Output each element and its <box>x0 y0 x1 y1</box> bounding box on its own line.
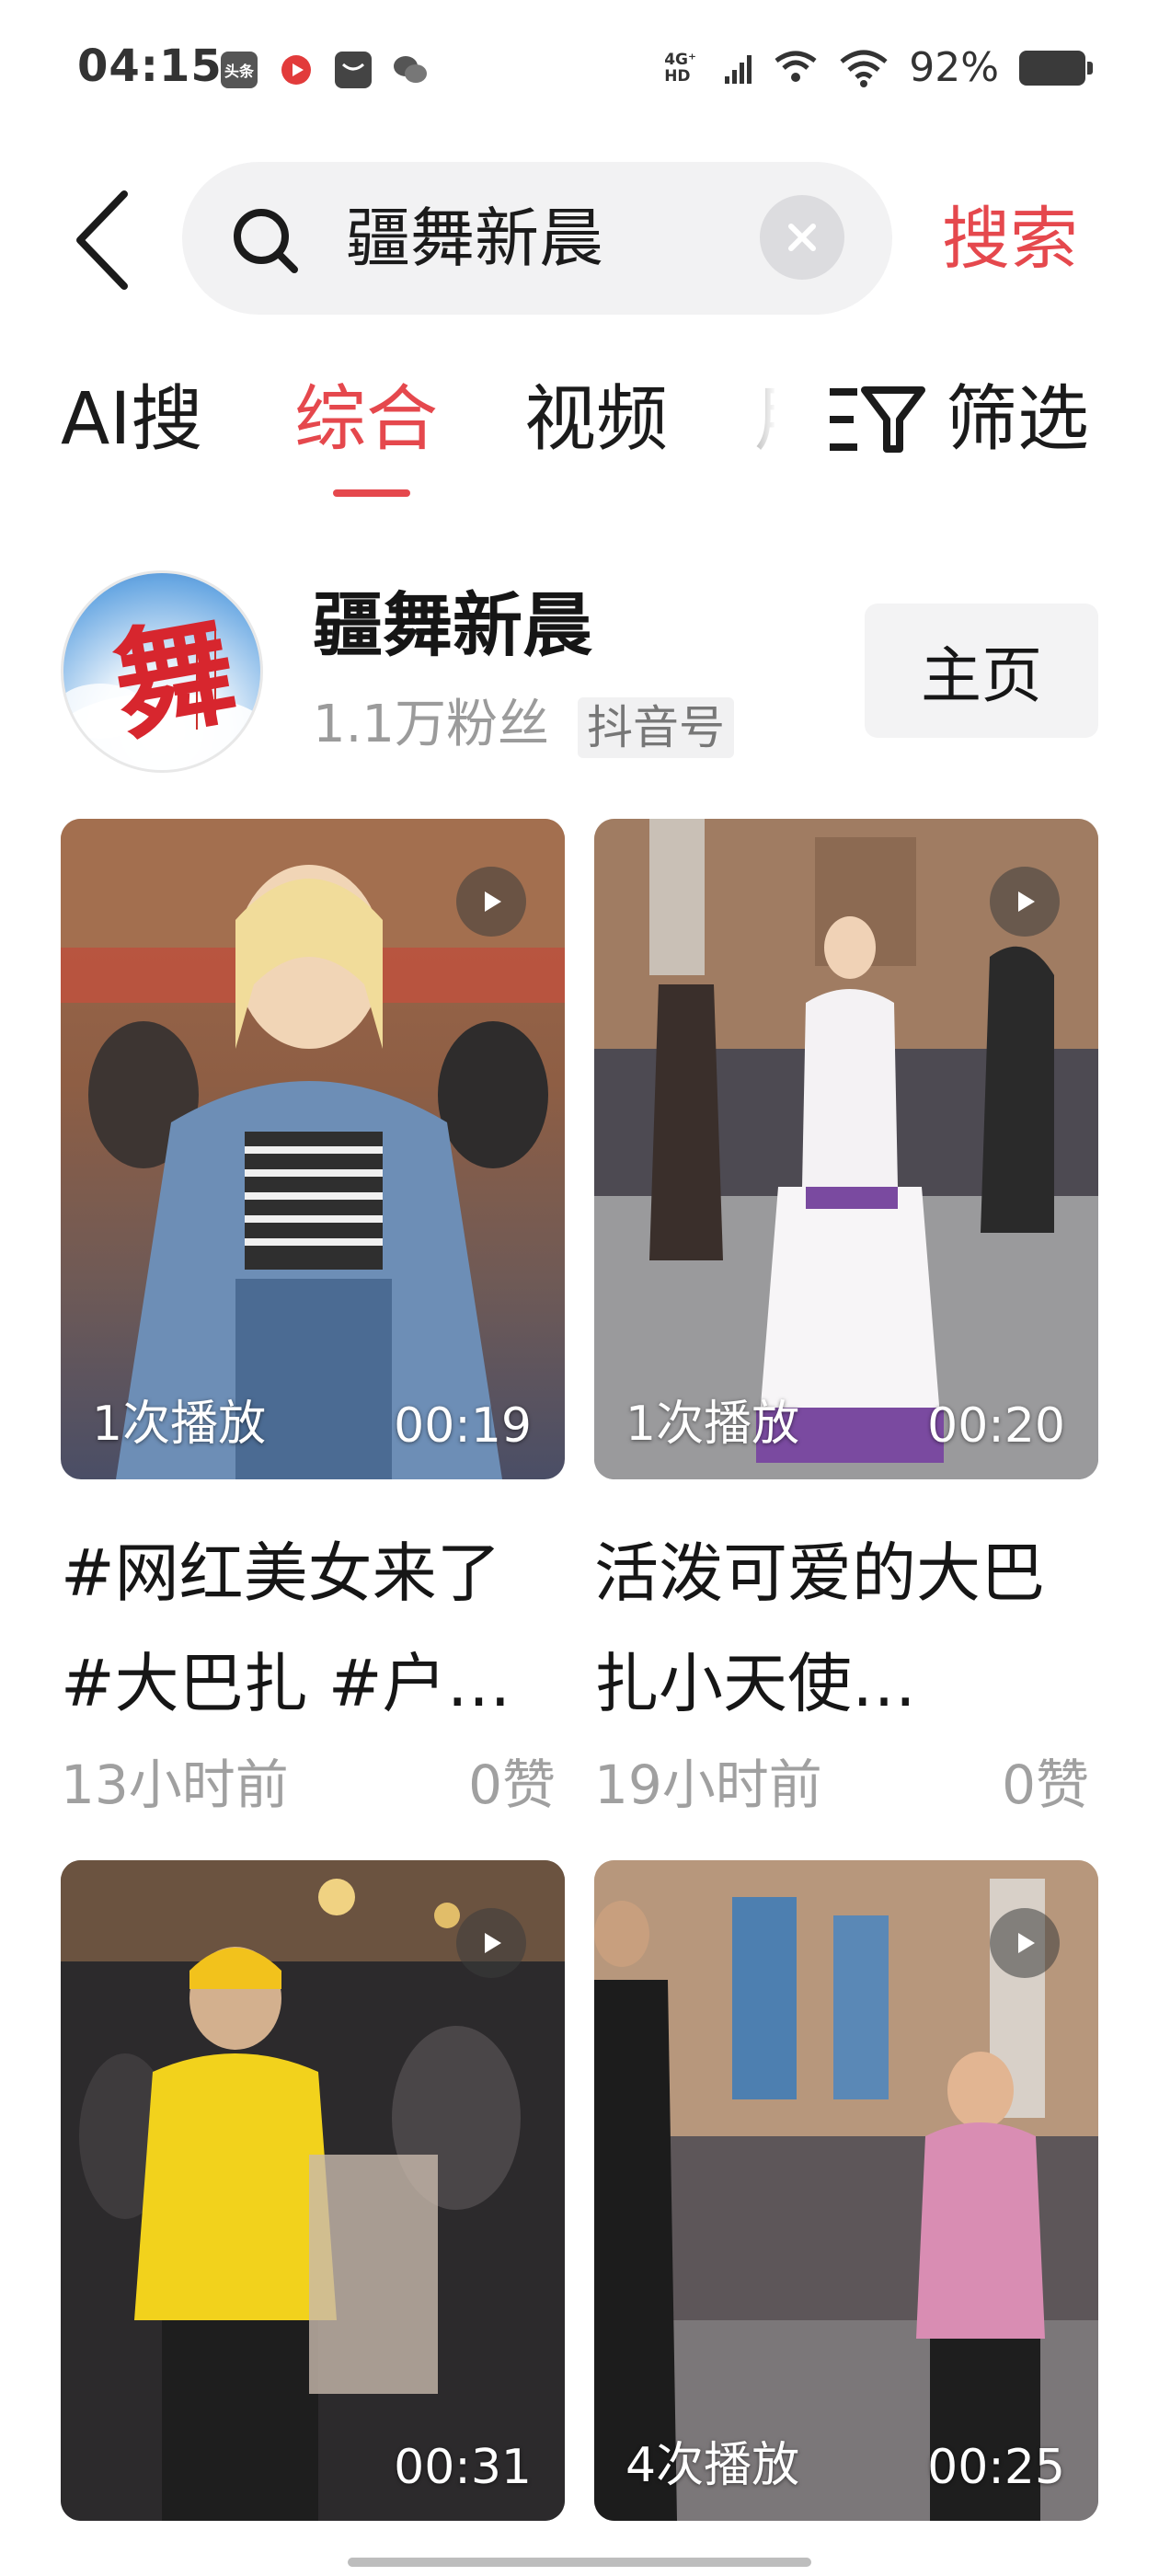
like-count: 0赞 <box>468 1754 556 1816</box>
signal-icon <box>725 54 752 84</box>
account-card[interactable]: 舞 疆舞新晨 1.1万粉丝 抖音号 主页 <box>0 552 1159 791</box>
back-button[interactable] <box>64 180 138 300</box>
wechat-icon <box>392 52 429 88</box>
chevron-left-icon <box>76 190 128 290</box>
search-icon <box>234 209 298 273</box>
video-duration: 00:25 <box>927 2440 1065 2495</box>
filter-icon <box>830 386 925 453</box>
play-count: 1次播放 <box>92 1397 267 1452</box>
wifi-icon <box>840 50 888 87</box>
video-thumbnail[interactable]: 00:31 <box>61 1860 565 2521</box>
record-icon <box>278 52 315 88</box>
video-duration: 00:20 <box>927 1398 1065 1454</box>
wifi-alt-icon <box>775 51 817 82</box>
tabs-fade-overlay <box>699 377 809 469</box>
search-input[interactable]: 疆舞新晨 <box>346 197 603 280</box>
search-box[interactable]: 疆舞新晨 <box>182 162 892 315</box>
video-title[interactable]: 活泼可爱的大巴扎小天使… <box>594 1518 1098 1739</box>
video-thumbnail[interactable]: 4次播放 00:25 <box>594 1860 1098 2521</box>
tab-comprehensive[interactable]: 综合 <box>294 374 438 466</box>
video-title[interactable]: #网红美女来了 #大巴扎 #户… <box>61 1518 565 1739</box>
close-icon <box>788 224 816 251</box>
follower-count: 1.1万粉丝 <box>313 695 550 754</box>
result-tabs: AI搜 综合 视频 用 筛选 <box>0 350 1159 506</box>
video-card[interactable]: 00:31 <box>61 1860 565 2523</box>
home-button[interactable]: 主页 <box>865 604 1098 738</box>
home-indicator[interactable] <box>348 2558 811 2567</box>
battery-icon <box>1019 50 1093 86</box>
play-icon[interactable] <box>990 1908 1060 1978</box>
video-duration: 00:19 <box>394 1398 532 1454</box>
like-count: 0赞 <box>1002 1754 1089 1816</box>
post-time: 19小时前 <box>594 1754 822 1816</box>
play-count: 4次播放 <box>625 2438 800 2493</box>
status-right: 4G⁺ HD 92% <box>664 44 1093 91</box>
avatar[interactable]: 舞 <box>61 570 263 773</box>
active-tab-indicator <box>333 489 410 497</box>
toutiao-label: 头条 <box>224 63 254 80</box>
video-card[interactable]: 1次播放 00:19 #网红美女来了 #大巴扎 #户… 13小时前 0赞 <box>61 819 565 1831</box>
filter-label: 筛选 <box>946 378 1090 461</box>
play-icon[interactable] <box>990 867 1060 937</box>
account-name[interactable]: 疆舞新晨 <box>313 580 592 672</box>
battery-percentage: 92% <box>909 44 999 91</box>
toutiao-icon: 头条 <box>221 52 258 88</box>
play-icon[interactable] <box>456 867 526 937</box>
post-time: 13小时前 <box>61 1754 289 1816</box>
network-label: 4G⁺ HD <box>664 50 696 86</box>
status-app-icons: 头条 <box>221 52 429 88</box>
video-card[interactable]: 4次播放 00:25 <box>594 1860 1098 2523</box>
play-count: 1次播放 <box>625 1397 800 1452</box>
video-thumbnail[interactable]: 1次播放 00:20 <box>594 819 1098 1479</box>
play-icon[interactable] <box>456 1908 526 1978</box>
video-duration: 00:31 <box>394 2440 532 2495</box>
video-thumbnail[interactable]: 1次播放 00:19 <box>61 819 565 1479</box>
account-type-badge: 抖音号 <box>578 697 734 758</box>
tab-ai-search[interactable]: AI搜 <box>61 374 202 466</box>
search-button[interactable]: 搜索 <box>942 193 1078 285</box>
status-time: 04:15 <box>77 40 223 92</box>
message-icon <box>335 52 372 88</box>
status-bar: 04:15 头条 4G⁺ HD 92% <box>0 0 1159 147</box>
filter-button[interactable]: 筛选 <box>826 374 1089 466</box>
clear-search-button[interactable] <box>760 195 844 280</box>
video-card[interactable]: 1次播放 00:20 活泼可爱的大巴扎小天使… 19小时前 0赞 <box>594 819 1098 1831</box>
tab-videos[interactable]: 视频 <box>524 374 668 466</box>
